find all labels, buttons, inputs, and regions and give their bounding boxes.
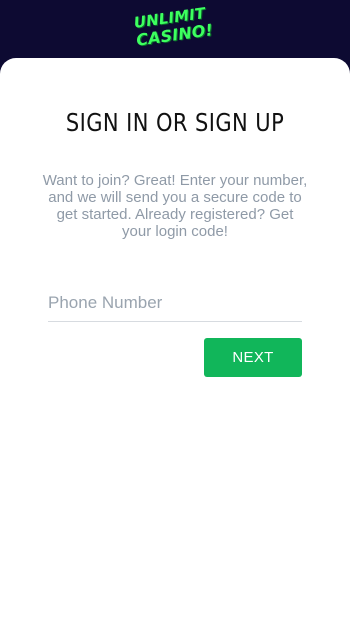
brand-logo: UNLIMIT CASINO! xyxy=(133,4,221,51)
phone-number-input[interactable] xyxy=(48,284,302,322)
next-button[interactable]: NEXT xyxy=(204,338,302,377)
instructions-text: Want to join? Great! Enter your number, … xyxy=(42,172,308,240)
page-title: SIGN IN OR SIGN UP xyxy=(65,108,285,137)
header: UNLIMIT CASINO! xyxy=(0,0,350,60)
sign-in-card: SIGN IN OR SIGN UP Want to join? Great! … xyxy=(0,58,350,623)
app-screen: UNLIMIT CASINO! SIGN IN OR SIGN UP Want … xyxy=(0,0,350,623)
